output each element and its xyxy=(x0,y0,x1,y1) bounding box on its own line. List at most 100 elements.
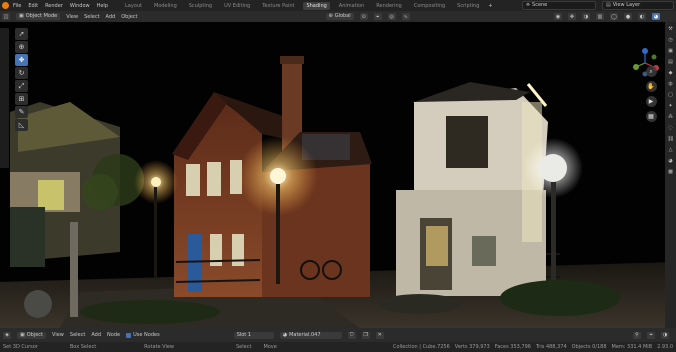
workspace-tabs: Layout Modeling Sculpting UV Editing Tex… xyxy=(122,1,493,10)
scene-selector[interactable]: ⛯ Scene xyxy=(522,1,596,10)
stat-version: 2.93.0 xyxy=(657,344,673,350)
tab-scripting[interactable]: Scripting xyxy=(454,2,482,10)
hand-pan-icon[interactable]: ✋ xyxy=(645,81,657,92)
tab-animation[interactable]: Animation xyxy=(336,2,368,10)
viewport-menu-select[interactable]: Select xyxy=(84,14,99,20)
tab-compositing[interactable]: Compositing xyxy=(411,2,448,10)
move-icon[interactable]: ✥ xyxy=(15,54,28,66)
stat-tris: Tris 488,374 xyxy=(535,344,567,350)
constraint-properties-icon[interactable]: ⛓ xyxy=(668,136,674,142)
object-properties-icon[interactable]: ▢ xyxy=(668,92,674,98)
output-properties-icon[interactable]: ▣ xyxy=(668,48,674,54)
particle-properties-icon[interactable]: ⁂ xyxy=(668,114,674,120)
scene-properties-icon[interactable]: ◆ xyxy=(668,70,674,76)
xray-toggle-icon[interactable]: ▥ xyxy=(596,13,604,20)
pivot-icon[interactable]: ⊙ xyxy=(359,13,368,20)
viewport-menu-add[interactable]: Add xyxy=(106,14,116,20)
slot-label: Slot 1 xyxy=(236,331,252,338)
node-editor-type-icon[interactable]: ◈ xyxy=(3,331,11,339)
stat-collection: Collection | Cube.7256 xyxy=(392,344,450,350)
world-properties-icon[interactable]: ◍ xyxy=(668,81,674,87)
material-selector[interactable]: ◕ Material.047 xyxy=(279,331,342,339)
node-menu-view[interactable]: View xyxy=(52,332,64,338)
unlink-material-icon[interactable]: ✕ xyxy=(375,331,384,339)
tab-uv-editing[interactable]: UV Editing xyxy=(221,2,253,10)
annotate-icon[interactable]: ✎ xyxy=(15,106,28,118)
side-panel-tab[interactable] xyxy=(0,28,9,168)
transform-icon[interactable]: ⊞ xyxy=(15,93,28,105)
falloff-icon[interactable]: ∿ xyxy=(401,13,410,20)
tab-rendering[interactable]: Rendering xyxy=(373,2,405,10)
menu-window[interactable]: Window xyxy=(70,3,90,9)
grid-toggle-icon[interactable]: ▦ xyxy=(645,111,657,122)
mode-label: Object Mode xyxy=(25,13,58,19)
rotate-icon[interactable]: ↻ xyxy=(15,67,28,79)
overlay-toggle-icon[interactable]: ◑ xyxy=(582,13,590,20)
snap-node-icon[interactable]: ⌖ xyxy=(647,331,655,339)
proportional-edit-icon[interactable]: ◎ xyxy=(387,13,396,20)
menu-render[interactable]: Render xyxy=(45,3,63,9)
tab-sculpting[interactable]: Sculpting xyxy=(186,2,215,10)
camera-view-icon[interactable]: ▶ xyxy=(645,96,657,107)
stat-objects: Objects 0/188 xyxy=(571,344,607,350)
shading-rendered-icon[interactable]: ◕ xyxy=(652,13,660,20)
use-nodes-toggle[interactable]: Use Nodes xyxy=(126,332,160,338)
gizmo-toggle-icon[interactable]: ✥ xyxy=(568,13,576,20)
menu-file[interactable]: File xyxy=(13,3,21,9)
material-properties-icon[interactable]: ◕ xyxy=(668,158,674,164)
editor-type-icon[interactable]: ◫ xyxy=(2,13,10,20)
snap-icon[interactable]: ⌖ xyxy=(373,13,382,20)
status-hint-set-cursor: Set 3D Cursor xyxy=(3,344,38,350)
tab-modeling[interactable]: Modeling xyxy=(151,2,180,10)
cursor-select-icon[interactable]: ➚ xyxy=(15,28,28,40)
physics-properties-icon[interactable]: ◌ xyxy=(668,125,674,131)
menu-edit[interactable]: Edit xyxy=(28,3,38,9)
add-workspace-button[interactable]: + xyxy=(488,3,492,9)
properties-tabs: ⚒ ◷ ▣ ▤ ◆ ◍ ▢ ✦ ⁂ ◌ ⛓ △ ◕ ▩ xyxy=(665,22,676,328)
node-menu-select[interactable]: Select xyxy=(70,332,85,338)
node-editor-header: ◈ ▣ Object View Select Add Node Use Node… xyxy=(0,328,676,342)
texture-properties-icon[interactable]: ▩ xyxy=(668,169,674,175)
slot-selector[interactable]: Slot 1 xyxy=(233,331,274,339)
viewport-menu-object[interactable]: Object xyxy=(121,14,137,20)
object-mode-icon: ▣ xyxy=(19,13,24,19)
viewport-menu-view[interactable]: View xyxy=(66,14,78,20)
shading-material-icon[interactable]: ◐ xyxy=(638,13,646,20)
fake-user-icon[interactable]: ⛉ xyxy=(347,331,356,339)
tool-properties-icon[interactable]: ⚒ xyxy=(668,26,674,32)
status-bar: Set 3D Cursor Box Select Rotate View Sel… xyxy=(0,342,676,352)
duplicate-material-icon[interactable]: ❐ xyxy=(361,331,370,339)
tab-layout[interactable]: Layout xyxy=(122,2,145,10)
stat-verts: Verts 379,973 xyxy=(454,344,490,350)
overlay-node-icon[interactable]: ◑ xyxy=(661,331,669,339)
3d-cursor-icon[interactable]: ⊕ xyxy=(15,41,28,53)
shading-wireframe-icon[interactable]: ◯ xyxy=(610,13,618,20)
3d-viewport[interactable] xyxy=(0,22,676,328)
scale-icon[interactable]: ⤢ xyxy=(15,80,28,92)
render-properties-icon[interactable]: ◷ xyxy=(668,37,674,43)
viewport-navigation: ⌕ ✋ ▶ ▦ xyxy=(638,66,664,122)
editor-object-label: Object xyxy=(26,331,44,338)
shading-solid-icon[interactable]: ● xyxy=(624,13,632,20)
data-properties-icon[interactable]: △ xyxy=(668,147,674,153)
tab-shading[interactable]: Shading xyxy=(303,1,330,10)
view-layer-name: View Layer xyxy=(612,2,641,8)
menu-help[interactable]: Help xyxy=(97,3,108,9)
tab-texture-paint[interactable]: Texture Paint xyxy=(259,2,297,10)
node-menu-add[interactable]: Add xyxy=(91,332,101,338)
zoom-icon[interactable]: ⌕ xyxy=(645,66,657,77)
view-layer-properties-icon[interactable]: ▤ xyxy=(668,59,674,65)
modifier-properties-icon[interactable]: ✦ xyxy=(668,103,674,109)
transform-orientation-selector[interactable]: ⊕ Global xyxy=(325,13,354,20)
visibility-icon[interactable]: ◉ xyxy=(554,13,562,20)
node-editor-object-selector[interactable]: ▣ Object xyxy=(17,331,47,339)
use-nodes-checkbox[interactable] xyxy=(126,332,132,338)
node-menu-node[interactable]: Node xyxy=(107,332,120,338)
pin-icon[interactable]: ⚲ xyxy=(633,331,641,339)
mode-selector[interactable]: ▣ Object Mode xyxy=(16,13,61,20)
material-name: Material.047 xyxy=(289,331,321,338)
view-layer-selector[interactable]: ▤ View Layer xyxy=(602,1,674,10)
viewport-header: ◫ ▣ Object Mode View Select Add Object ⊕… xyxy=(0,11,676,22)
blender-logo-icon[interactable] xyxy=(2,2,9,9)
measure-icon[interactable]: ◺ xyxy=(15,119,28,131)
